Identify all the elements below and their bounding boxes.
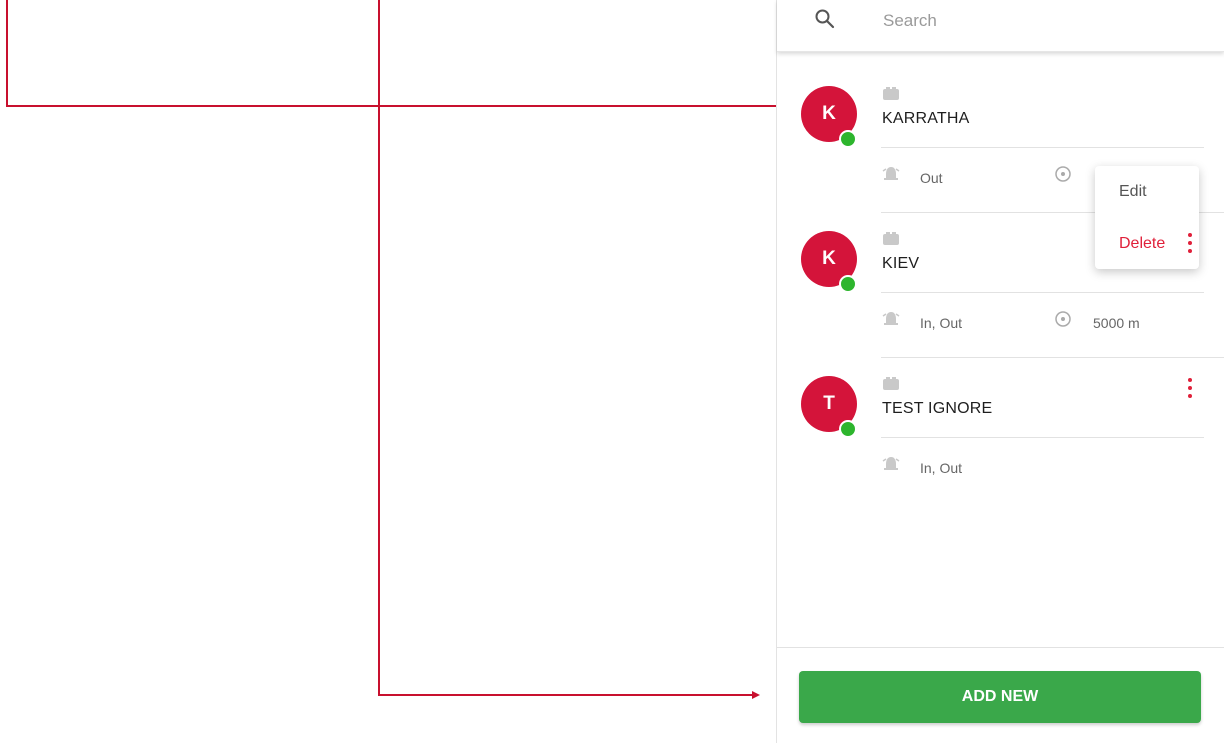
geofence-type-icon bbox=[883, 87, 899, 100]
trigger-text: In, Out bbox=[920, 315, 963, 331]
online-status-icon bbox=[839, 275, 857, 293]
geofence-type-icon bbox=[883, 232, 899, 245]
trigger-text: In, Out bbox=[920, 460, 963, 476]
item-divider bbox=[881, 357, 1224, 358]
geofence-name: KARRATHA bbox=[882, 110, 970, 127]
avatar-initial: K bbox=[822, 103, 836, 124]
geofence-name: KIEV bbox=[882, 255, 920, 272]
add-new-button[interactable]: ADD NEW bbox=[799, 671, 1201, 723]
online-status-icon bbox=[839, 420, 857, 438]
geofence-type-icon bbox=[883, 377, 899, 390]
divider bbox=[881, 437, 1204, 438]
list-item[interactable]: T TEST IGNORE In, Out bbox=[777, 376, 1224, 522]
search-bar bbox=[777, 0, 1224, 52]
geofence-name: TEST IGNORE bbox=[882, 400, 993, 417]
divider bbox=[881, 292, 1204, 293]
list-item[interactable]: K KIEV In, Out 5000 m bbox=[777, 231, 1224, 377]
search-input[interactable] bbox=[881, 8, 1185, 34]
alarm-icon bbox=[882, 457, 900, 470]
radius-icon bbox=[1055, 311, 1071, 327]
divider bbox=[881, 147, 1204, 148]
arrowhead-add-new bbox=[752, 691, 760, 699]
online-status-icon bbox=[839, 130, 857, 148]
alarm-icon bbox=[882, 167, 900, 180]
avatar-initial: T bbox=[823, 393, 835, 414]
radius-icon bbox=[1055, 166, 1071, 182]
geofence-panel: K KARRATHA Out Edit Delete K bbox=[776, 0, 1224, 743]
search-icon[interactable] bbox=[813, 7, 837, 31]
footer-divider bbox=[777, 647, 1224, 648]
annotation-arrow-add-new bbox=[378, 0, 752, 696]
trigger-text: Out bbox=[920, 170, 943, 186]
more-vert-icon[interactable] bbox=[1185, 374, 1195, 404]
avatar-initial: K bbox=[822, 248, 836, 269]
radius-text: 5000 m bbox=[1093, 315, 1140, 331]
alarm-icon bbox=[882, 312, 900, 325]
list-item[interactable]: K KARRATHA Out Edit Delete bbox=[777, 86, 1224, 269]
more-vert-icon[interactable] bbox=[1185, 229, 1195, 259]
edit-menu-item[interactable]: Edit bbox=[1119, 183, 1147, 201]
